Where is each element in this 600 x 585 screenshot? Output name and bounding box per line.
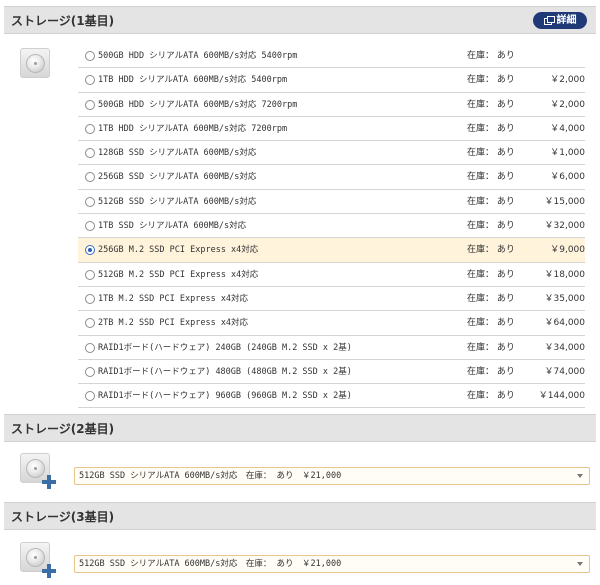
option-name: 1TB HDD シリアルATA 600MB/s対応 7200rpm [98, 123, 288, 134]
radio-button[interactable] [85, 172, 95, 183]
option-price: ￥2,000 [550, 75, 585, 86]
option-name: 256GB M.2 SSD PCI Express x4対応 [98, 245, 259, 256]
option-price: ￥1,000 [550, 148, 585, 159]
radio-button[interactable] [85, 196, 95, 207]
storage-3-header: ストレージ(3基目) [4, 502, 596, 530]
drive-icon [20, 48, 50, 78]
option-price: ￥18,000 [544, 269, 586, 280]
storage-2-header: ストレージ(2基目) [4, 414, 596, 442]
storage-option-row[interactable]: 256GB SSD シリアルATA 600MB/s対応 在庫： あり ￥6,000 [78, 165, 585, 190]
option-price: ￥9,000 [550, 245, 585, 256]
radio-button[interactable] [85, 269, 95, 280]
drive-icon [20, 453, 56, 489]
storage-option-row[interactable]: 1TB HDD シリアルATA 600MB/s対応 5400rpm 在庫： あり ￥… [78, 68, 585, 93]
option-stock: 在庫： あり [467, 318, 515, 329]
option-price: ￥35,000 [544, 293, 586, 304]
storage-option-row[interactable]: RAID1ボード(ハードウェア) 960GB (960GB M.2 SSD x … [78, 384, 585, 409]
option-price: ￥34,000 [544, 342, 586, 353]
option-price: ￥74,000 [544, 366, 586, 377]
storage-option-row[interactable]: 1TB HDD シリアルATA 600MB/s対応 7200rpm 在庫： あり ￥… [78, 117, 585, 142]
drive-platter [26, 54, 45, 73]
option-stock: 在庫： あり [467, 221, 515, 232]
storage-option-row[interactable]: 256GB M.2 SSD PCI Express x4対応 在庫： あり ￥9,0… [78, 238, 585, 263]
radio-button[interactable] [85, 293, 95, 304]
storage-option-row[interactable]: RAID1ボード(ハードウェア) 240GB (240GB M.2 SSD x … [78, 336, 585, 360]
radio-button[interactable] [85, 148, 95, 159]
storage-1-header: ストレージ(1基目) 詳細 [4, 6, 596, 34]
radio-button[interactable] [85, 221, 95, 232]
radio-button[interactable] [85, 51, 95, 61]
option-price: ￥144,000 [538, 391, 585, 402]
option-stock: 在庫： あり [467, 366, 515, 377]
option-stock: 在庫： あり [467, 51, 515, 61]
storage-3-select[interactable]: 512GB SSD シリアルATA 600MB/s対応 在庫： あり ￥21,0… [74, 555, 590, 573]
chevron-down-icon [577, 474, 583, 478]
storage-option-row[interactable]: 500GB HDD シリアルATA 600MB/s対応 5400rpm 在庫： あ… [78, 44, 585, 69]
radio-button[interactable] [85, 99, 95, 110]
storage-option-row[interactable]: 128GB SSD シリアルATA 600MB/s対応 在庫： あり ￥1,000 [78, 141, 585, 166]
option-stock: 在庫： あり [467, 269, 515, 280]
option-stock: 在庫： あり [467, 391, 515, 402]
drive-icon [20, 542, 56, 578]
storage-3-title: ストレージ(3基目) [11, 510, 115, 524]
option-name: RAID1ボード(ハードウェア) 480GB (480GB M.2 SSD x … [98, 366, 352, 377]
option-stock: 在庫： あり [467, 99, 515, 110]
storage-2-title: ストレージ(2基目) [11, 422, 115, 436]
option-price: ￥32,000 [544, 221, 586, 232]
radio-button[interactable] [85, 123, 95, 134]
option-name: 1TB M.2 SSD PCI Express x4対応 [98, 293, 249, 304]
radio-button[interactable] [85, 366, 95, 377]
storage-3-select-value: 512GB SSD シリアルATA 600MB/s対応 在庫： あり ￥21,0… [79, 559, 342, 569]
radio-button[interactable] [85, 318, 95, 329]
option-name: 512GB M.2 SSD PCI Express x4対応 [98, 269, 259, 280]
option-stock: 在庫： あり [467, 293, 515, 304]
storage-2-select[interactable]: 512GB SSD シリアルATA 600MB/s対応 在庫： あり ￥21,0… [74, 467, 590, 485]
option-name: 512GB SSD シリアルATA 600MB/s対応 [98, 196, 257, 207]
storage-option-row[interactable]: 1TB M.2 SSD PCI Express x4対応 在庫： あり ￥35,00… [78, 287, 586, 312]
option-name: 500GB HDD シリアルATA 600MB/s対応 7200rpm [98, 99, 298, 110]
add-plus-icon [42, 475, 56, 489]
option-stock: 在庫： あり [467, 75, 515, 86]
detail-button-label: 詳細 [556, 15, 577, 26]
storage-option-row[interactable]: 500GB HDD シリアルATA 600MB/s対応 7200rpm 在庫： あ… [78, 93, 585, 117]
add-plus-icon [42, 564, 56, 578]
storage-1-title: ストレージ(1基目) [11, 14, 115, 28]
option-stock: 在庫： あり [467, 148, 515, 159]
storage-option-row[interactable]: 512GB M.2 SSD PCI Express x4対応 在庫： あり ￥18,… [78, 263, 585, 287]
option-stock: 在庫： あり [467, 342, 515, 353]
option-name: 1TB HDD シリアルATA 600MB/s対応 5400rpm [98, 75, 288, 86]
option-stock: 在庫： あり [467, 245, 515, 256]
option-price: ￥4,000 [550, 123, 585, 134]
storage-option-row[interactable]: 1TB SSD シリアルATA 600MB/s対応 在庫： あり ￥32,000 [78, 214, 586, 239]
radio-button[interactable] [85, 342, 95, 353]
detail-button[interactable]: 詳細 [533, 12, 587, 29]
storage-option-row[interactable]: RAID1ボード(ハードウェア) 480GB (480GB M.2 SSD x … [78, 360, 586, 385]
option-price: ￥15,000 [544, 196, 586, 207]
option-stock: 在庫： あり [467, 196, 515, 207]
storage-option-row[interactable]: 2TB M.2 SSD PCI Express x4対応 在庫： あり ￥64,00… [78, 311, 586, 336]
radio-button[interactable] [85, 245, 95, 256]
storage-1-option-list: 500GB HDD シリアルATA 600MB/s対応 5400rpm 在庫： あ… [78, 44, 586, 409]
option-stock: 在庫： あり [467, 172, 515, 183]
option-name: 500GB HDD シリアルATA 600MB/s対応 5400rpm [98, 51, 298, 61]
option-price: ￥6,000 [550, 172, 585, 183]
storage-2-select-value: 512GB SSD シリアルATA 600MB/s対応 在庫： あり ￥21,0… [79, 471, 342, 481]
chevron-down-icon [577, 562, 583, 566]
option-price: ￥2,000 [550, 99, 585, 110]
option-name: 2TB M.2 SSD PCI Express x4対応 [98, 318, 249, 329]
option-name: 128GB SSD シリアルATA 600MB/s対応 [98, 148, 257, 159]
option-name: 1TB SSD シリアルATA 600MB/s対応 [98, 221, 247, 232]
option-name: RAID1ボード(ハードウェア) 240GB (240GB M.2 SSD x … [98, 342, 352, 353]
option-name: 256GB SSD シリアルATA 600MB/s対応 [98, 172, 257, 183]
detail-window-icon [543, 16, 555, 25]
option-stock: 在庫： あり [467, 123, 515, 134]
radio-button[interactable] [85, 391, 95, 402]
option-name: RAID1ボード(ハードウェア) 960GB (960GB M.2 SSD x … [98, 391, 352, 402]
radio-button[interactable] [85, 75, 95, 86]
storage-option-row[interactable]: 512GB SSD シリアルATA 600MB/s対応 在庫： あり ￥15,000 [78, 190, 586, 215]
option-price: ￥64,000 [544, 318, 586, 329]
